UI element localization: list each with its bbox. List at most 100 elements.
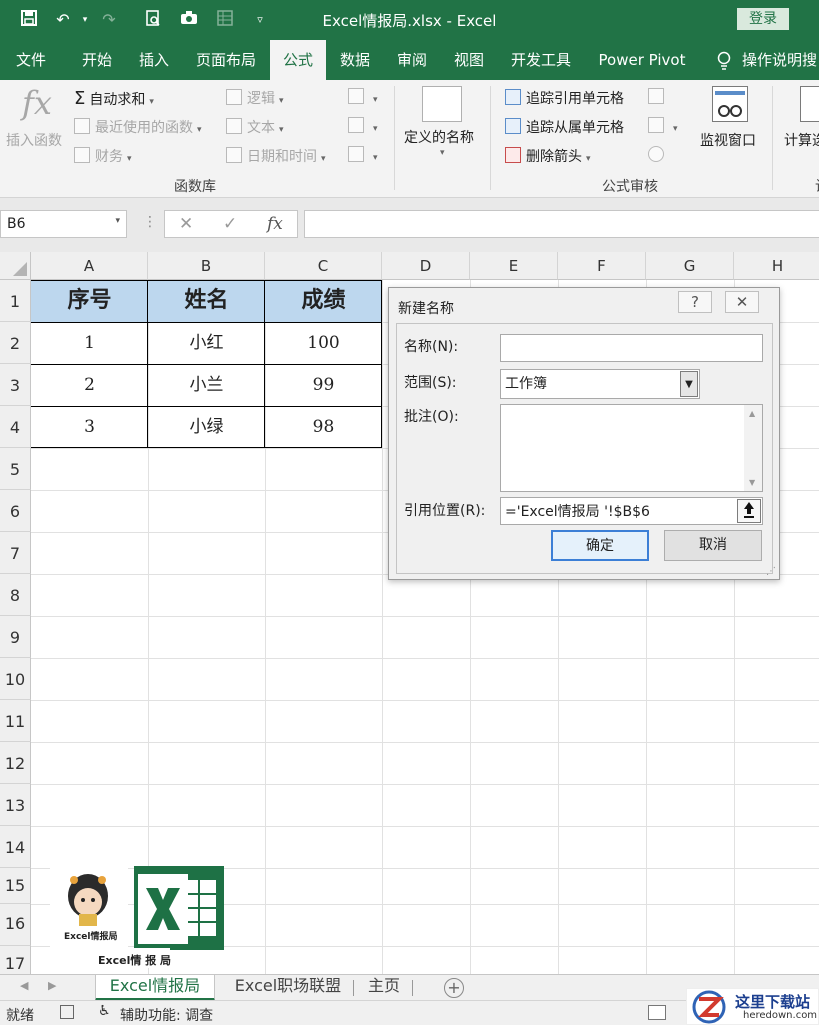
comment-field[interactable]: ▲ ▼ <box>500 404 763 492</box>
name-field[interactable] <box>500 334 763 362</box>
tab-page-layout[interactable]: 页面布局 <box>188 40 264 80</box>
normal-view-icon[interactable] <box>648 1005 666 1020</box>
tab-power-pivot[interactable]: Power Pivot <box>590 40 694 80</box>
row-header-11[interactable]: 11 <box>0 700 31 742</box>
login-button[interactable]: 登录 <box>737 8 789 30</box>
cancel-button[interactable]: 取消 <box>664 530 762 561</box>
header-cell-score[interactable]: 成绩 <box>265 280 382 322</box>
table-cell[interactable]: 3 <box>31 406 148 448</box>
help-button[interactable]: ? <box>678 291 712 313</box>
tab-developer[interactable]: 开发工具 <box>503 40 579 80</box>
watch-window-icon[interactable] <box>712 86 748 122</box>
column-header-a[interactable]: A <box>31 252 148 280</box>
column-header-e[interactable]: E <box>470 252 558 280</box>
text-button[interactable]: 文本 ▾ <box>226 117 284 137</box>
error-checking-button[interactable]: ▾ <box>648 117 678 135</box>
financial-button[interactable]: 财务 ▾ <box>74 146 132 166</box>
scope-select[interactable]: 工作簿 ▼ <box>500 369 700 399</box>
row-header-1[interactable]: 1 <box>0 280 31 322</box>
insert-function-icon[interactable]: fx <box>267 214 283 234</box>
row-header-2[interactable]: 2 <box>0 322 31 364</box>
column-header-b[interactable]: B <box>148 252 265 280</box>
defined-names-button[interactable]: 定义的名称 <box>404 127 474 147</box>
table-cell[interactable]: 100 <box>265 322 382 364</box>
prev-sheet-icon[interactable]: ◀ <box>20 979 28 992</box>
table-cell[interactable]: 98 <box>265 406 382 448</box>
row-header-9[interactable]: 9 <box>0 616 31 658</box>
macro-record-icon[interactable] <box>60 1005 74 1019</box>
sheet-tab-home[interactable]: 主页 <box>358 975 410 1001</box>
calculation-options-icon[interactable] <box>800 86 819 122</box>
ok-button[interactable]: 确定 <box>551 530 649 561</box>
scrollbar[interactable]: ▲ ▼ <box>744 405 762 491</box>
column-header-f[interactable]: F <box>558 252 646 280</box>
table-cell[interactable]: 小红 <box>148 322 265 364</box>
logical-button[interactable]: 逻辑 ▾ <box>226 88 284 108</box>
insert-function-button[interactable]: 插入函数 <box>6 130 62 150</box>
remove-arrows-button[interactable]: 删除箭头 ▾ <box>505 146 591 166</box>
drag-handle-icon[interactable]: ⋮ <box>143 214 157 230</box>
close-button[interactable]: ✕ <box>725 291 759 313</box>
table-cell[interactable]: 1 <box>31 322 148 364</box>
trace-precedents-button[interactable]: 追踪引用单元格 <box>505 88 624 108</box>
sheet-tab-workplace-alliance[interactable]: Excel职场联盟 <box>225 975 351 1001</box>
resize-grip-icon[interactable]: ⋰ <box>766 566 776 577</box>
column-header-c[interactable]: C <box>265 252 382 280</box>
lookup-button[interactable]: ▾ <box>348 88 378 106</box>
select-all-button[interactable] <box>0 252 31 280</box>
header-cell-index[interactable]: 序号 <box>31 280 148 322</box>
tab-formulas[interactable]: 公式 <box>270 40 326 80</box>
chevron-down-icon[interactable]: ▾ <box>440 148 445 158</box>
tab-review[interactable]: 审阅 <box>387 40 437 80</box>
scroll-up-icon[interactable]: ▲ <box>749 409 755 418</box>
table-cell[interactable]: 小绿 <box>148 406 265 448</box>
name-box[interactable]: B6 ▾ <box>0 210 127 238</box>
accessibility-status[interactable]: 辅助功能: 调查 <box>120 1005 213 1025</box>
cancel-icon[interactable]: ✕ <box>179 214 193 234</box>
tab-data[interactable]: 数据 <box>330 40 380 80</box>
column-header-g[interactable]: G <box>646 252 734 280</box>
evaluate-formula-button[interactable] <box>648 146 669 164</box>
header-cell-name[interactable]: 姓名 <box>148 280 265 322</box>
tell-me-search[interactable]: 操作说明搜 <box>742 40 819 80</box>
row-header-6[interactable]: 6 <box>0 490 31 532</box>
row-header-17[interactable]: 17 <box>0 946 31 974</box>
tab-home[interactable]: 开始 <box>70 40 124 80</box>
insert-function-icon[interactable]: fx <box>22 84 52 122</box>
tag-icon[interactable] <box>422 86 462 122</box>
chevron-down-icon[interactable]: ▾ <box>115 216 120 226</box>
show-formulas-button[interactable] <box>648 88 669 106</box>
column-header-h[interactable]: H <box>734 252 819 280</box>
row-header-14[interactable]: 14 <box>0 826 31 868</box>
sheet-tab-excel-intel[interactable]: Excel情报局 <box>95 975 215 1001</box>
table-cell[interactable]: 小兰 <box>148 364 265 406</box>
autosum-button[interactable]: Σ 自动求和 ▾ <box>74 88 154 109</box>
row-header-8[interactable]: 8 <box>0 574 31 616</box>
row-header-3[interactable]: 3 <box>0 364 31 406</box>
tab-file[interactable]: 文件 <box>0 40 62 80</box>
row-header-4[interactable]: 4 <box>0 406 31 448</box>
tab-insert[interactable]: 插入 <box>127 40 181 80</box>
enter-icon[interactable]: ✓ <box>223 214 237 234</box>
math-button[interactable]: ▾ <box>348 117 378 135</box>
add-sheet-icon[interactable]: + <box>444 978 464 998</box>
date-time-button[interactable]: 日期和时间 ▾ <box>226 146 326 166</box>
watch-window-button[interactable]: 监视窗口 <box>700 130 756 150</box>
tab-view[interactable]: 视图 <box>445 40 493 80</box>
lightbulb-icon[interactable] <box>712 40 736 80</box>
row-header-7[interactable]: 7 <box>0 532 31 574</box>
formula-input[interactable] <box>304 210 819 238</box>
chevron-down-icon[interactable]: ▼ <box>680 371 698 397</box>
more-functions-button[interactable]: ▾ <box>348 146 378 164</box>
recent-functions-button[interactable]: 最近使用的函数 ▾ <box>74 117 202 137</box>
collapse-dialog-icon[interactable] <box>737 499 761 523</box>
row-header-12[interactable]: 12 <box>0 742 31 784</box>
table-cell[interactable]: 2 <box>31 364 148 406</box>
next-sheet-icon[interactable]: ▶ <box>48 979 56 992</box>
row-header-13[interactable]: 13 <box>0 784 31 826</box>
scroll-down-icon[interactable]: ▼ <box>749 478 755 487</box>
row-header-15[interactable]: 15 <box>0 868 31 904</box>
calculation-options-button[interactable]: 计算选 <box>784 130 819 150</box>
table-cell[interactable]: 99 <box>265 364 382 406</box>
row-header-16[interactable]: 16 <box>0 904 31 946</box>
